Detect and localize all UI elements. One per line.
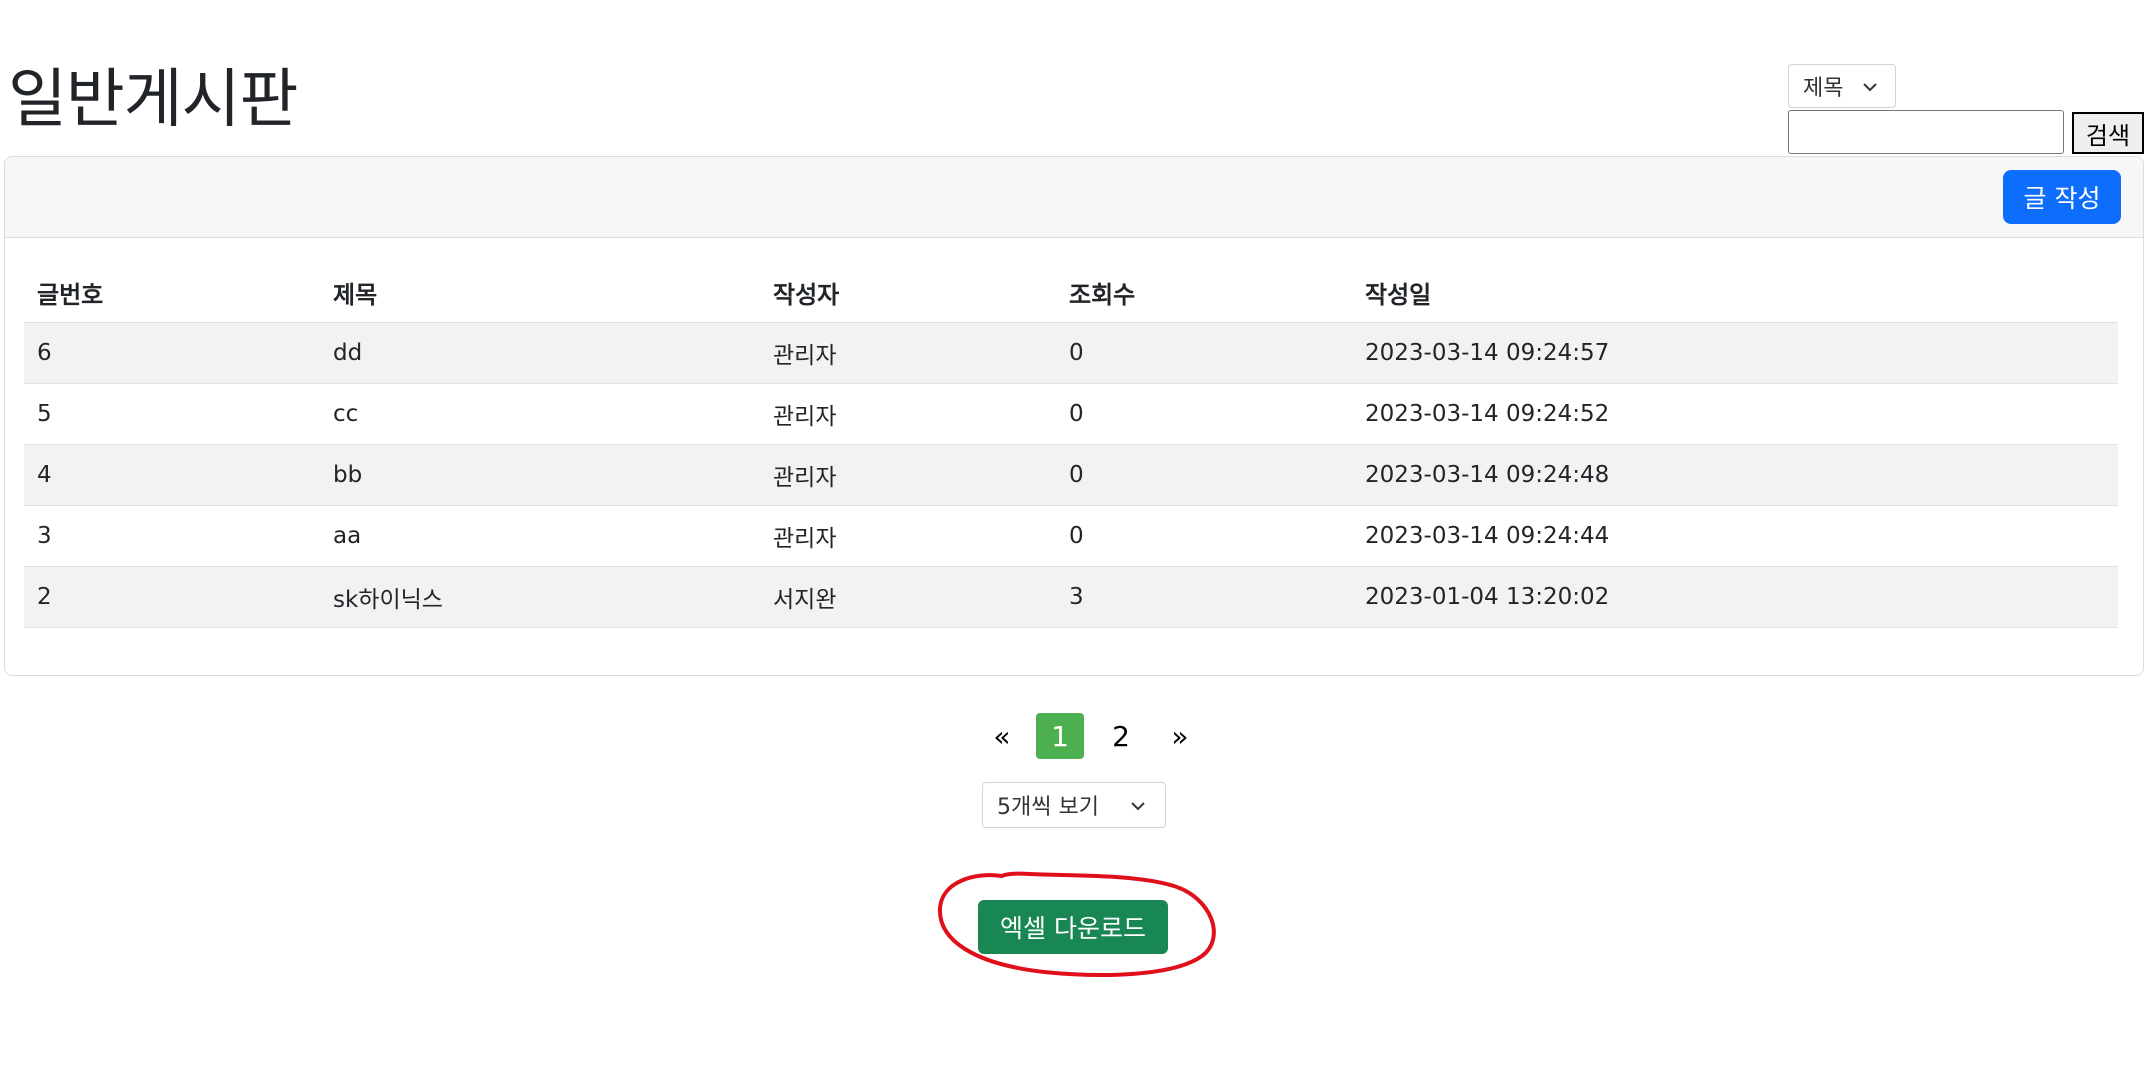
- cell-title[interactable]: sk하이닉스: [320, 566, 760, 628]
- chevron-down-icon: [1131, 802, 1145, 811]
- cell-views: 3: [1056, 566, 1352, 628]
- cell-number: 5: [24, 383, 320, 445]
- page-title: 일반게시판: [8, 63, 298, 137]
- page-size-selected: 5개씩 보기: [997, 795, 1099, 820]
- table-header-row: 글번호 제목 작성자 조회수 작성일: [24, 262, 2118, 323]
- cell-title[interactable]: cc: [320, 383, 760, 445]
- cell-title[interactable]: aa: [320, 505, 760, 567]
- cell-date: 2023-03-14 09:24:48: [1352, 444, 2118, 506]
- cell-author: 관리자: [760, 505, 1056, 567]
- search-field-selected: 제목: [1803, 76, 1844, 101]
- cell-number: 2: [24, 566, 320, 628]
- table-row[interactable]: 5 cc 관리자 0 2023-03-14 09:24:52: [24, 383, 2118, 445]
- pagination-page-2[interactable]: 2: [1086, 713, 1156, 759]
- pagination: « 1 2 »: [970, 712, 1204, 760]
- cell-views: 0: [1056, 383, 1352, 445]
- cell-views: 0: [1056, 505, 1352, 567]
- table-row[interactable]: 6 dd 관리자 0 2023-03-14 09:24:57: [24, 322, 2118, 384]
- pagination-next[interactable]: »: [1156, 713, 1204, 759]
- chevron-down-icon: [1863, 83, 1877, 92]
- cell-author: 관리자: [760, 322, 1056, 384]
- column-header-title: 제목: [320, 262, 760, 323]
- cell-number: 6: [24, 322, 320, 384]
- cell-views: 0: [1056, 444, 1352, 506]
- table-row[interactable]: 4 bb 관리자 0 2023-03-14 09:24:48: [24, 444, 2118, 506]
- cell-date: 2023-03-14 09:24:57: [1352, 322, 2118, 384]
- board-card-header: 글 작성: [5, 157, 2143, 238]
- cell-author: 관리자: [760, 383, 1056, 445]
- write-post-button[interactable]: 글 작성: [2003, 170, 2121, 224]
- column-header-views: 조회수: [1056, 262, 1352, 323]
- table-row[interactable]: 2 sk하이닉스 서지완 3 2023-01-04 13:20:02: [24, 566, 2118, 628]
- cell-date: 2023-01-04 13:20:02: [1352, 566, 2118, 628]
- cell-number: 3: [24, 505, 320, 567]
- column-header-number: 글번호: [24, 262, 320, 323]
- pagination-prev[interactable]: «: [970, 713, 1034, 759]
- page: 일반게시판 제목 검색 글 작성 글번호 제목 작성자 조회수 작성일 6 dd: [0, 0, 2152, 1066]
- excel-download-button[interactable]: 엑셀 다운로드: [978, 900, 1168, 954]
- search-input[interactable]: [1788, 110, 2064, 154]
- cell-date: 2023-03-14 09:24:52: [1352, 383, 2118, 445]
- pagination-page-1[interactable]: 1: [1036, 713, 1084, 759]
- column-header-date: 작성일: [1352, 262, 2118, 323]
- cell-date: 2023-03-14 09:24:44: [1352, 505, 2118, 567]
- cell-title[interactable]: bb: [320, 444, 760, 506]
- cell-title[interactable]: dd: [320, 322, 760, 384]
- search-button[interactable]: 검색: [2072, 112, 2144, 154]
- column-header-author: 작성자: [760, 262, 1056, 323]
- cell-author: 서지완: [760, 566, 1056, 628]
- cell-author: 관리자: [760, 444, 1056, 506]
- table-row[interactable]: 3 aa 관리자 0 2023-03-14 09:24:44: [24, 505, 2118, 567]
- board-table: 글번호 제목 작성자 조회수 작성일 6 dd 관리자 0 2023-03-14…: [24, 262, 2118, 628]
- cell-number: 4: [24, 444, 320, 506]
- page-size-select[interactable]: 5개씩 보기: [982, 782, 1166, 828]
- search-field-select[interactable]: 제목: [1788, 64, 1896, 108]
- cell-views: 0: [1056, 322, 1352, 384]
